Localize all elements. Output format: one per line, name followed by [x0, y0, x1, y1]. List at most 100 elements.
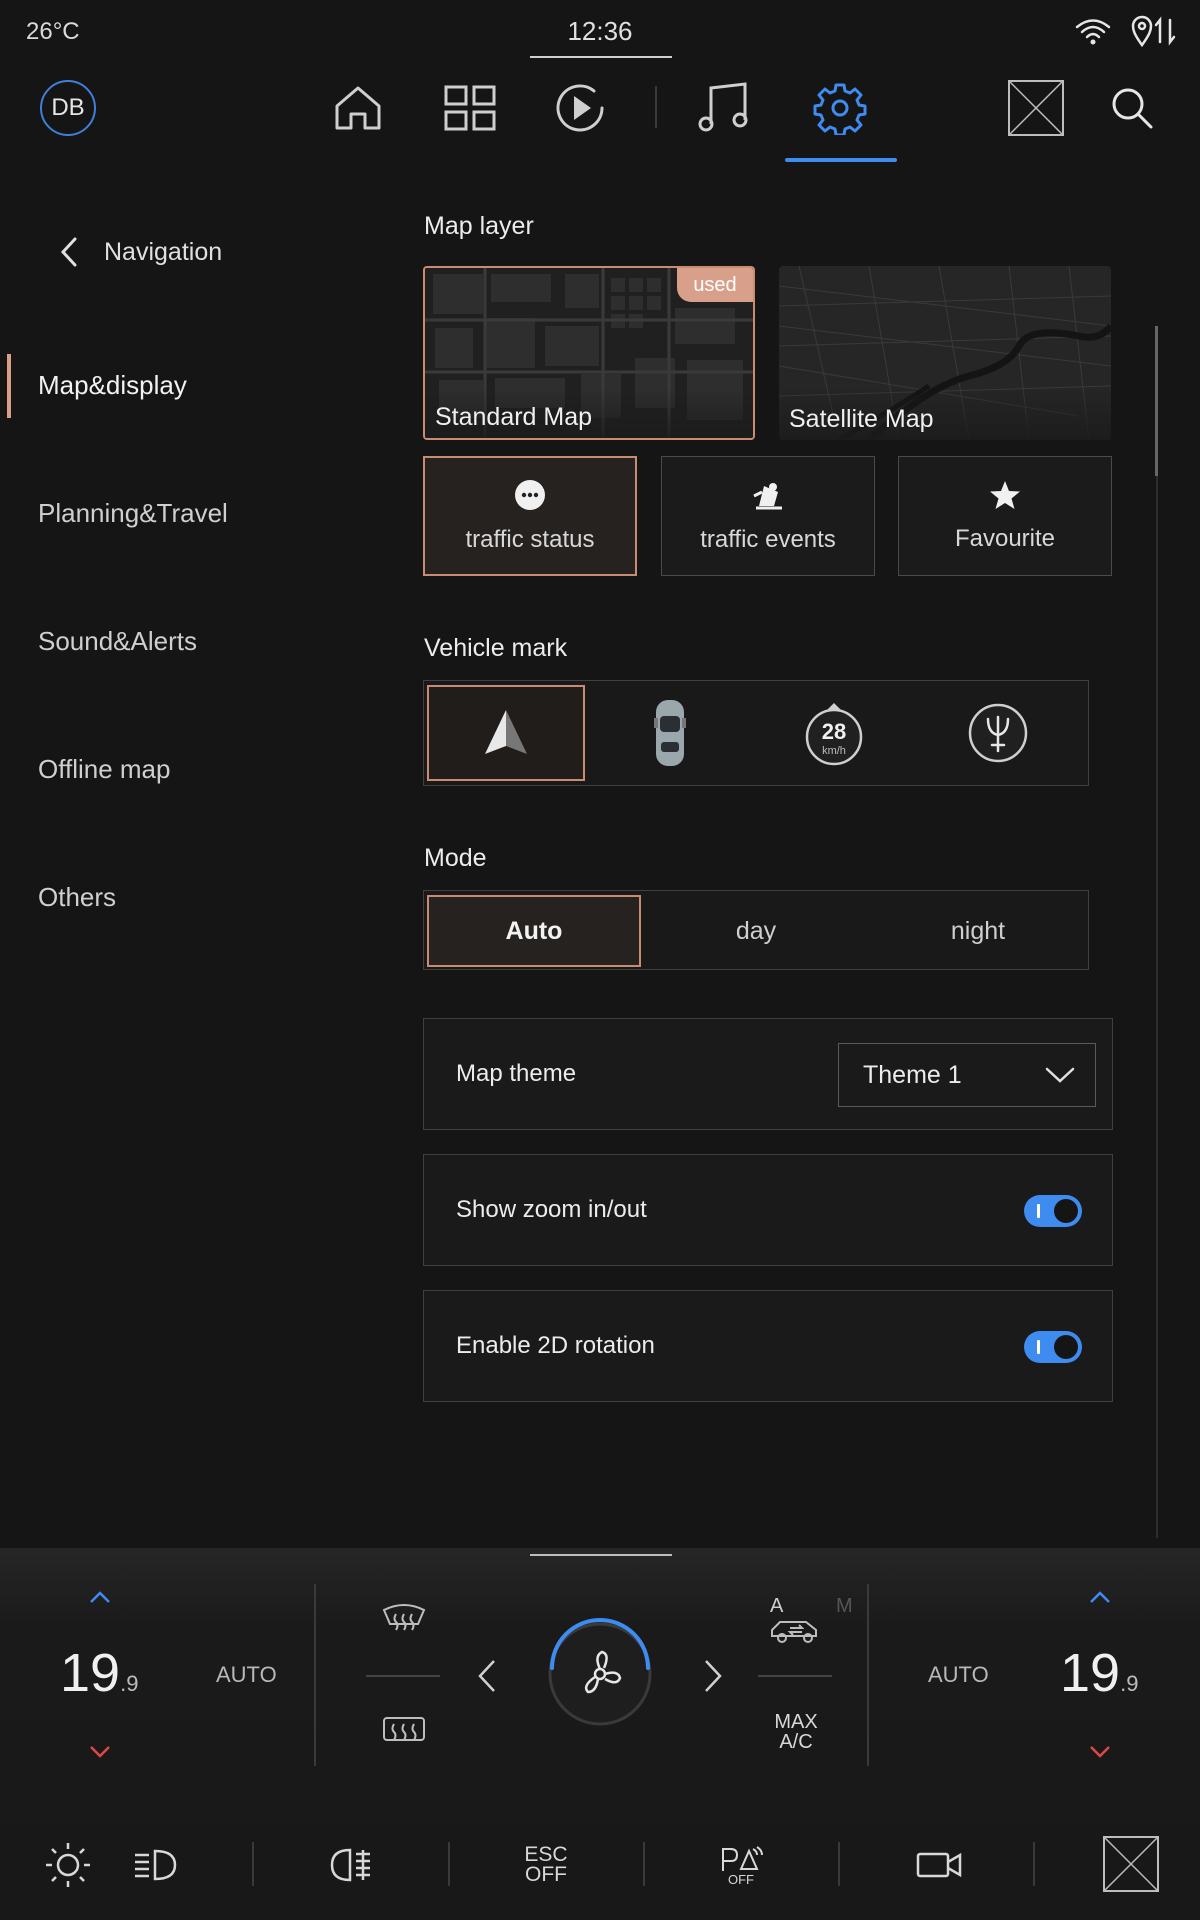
sun-icon: [46, 1843, 90, 1887]
gear-icon: [813, 83, 867, 135]
right-temp-up-icon[interactable]: [1088, 1590, 1112, 1604]
map-theme-dropdown[interactable]: Theme 1: [838, 1043, 1096, 1107]
placeholder-image-icon: [1009, 81, 1063, 135]
show-zoom-toggle[interactable]: [1024, 1195, 1082, 1227]
mode-night[interactable]: night: [871, 895, 1085, 967]
back-to-navigation[interactable]: Navigation: [60, 236, 222, 268]
location-data-icon: [1131, 15, 1176, 48]
fog-light-icon: [330, 1848, 370, 1882]
bottom-divider-4: [838, 1842, 840, 1886]
camera-icon: [916, 1852, 962, 1878]
standard-map-label: Standard Map: [435, 403, 593, 431]
speed-value: 28: [821, 719, 847, 744]
right-temperature: 19.9: [1060, 1643, 1139, 1703]
sidebar-item-map-display[interactable]: Map&display: [38, 370, 187, 401]
speed-unit: km/h: [822, 745, 846, 757]
nav-separator: [655, 86, 657, 128]
traffic-events-label: traffic events: [700, 526, 836, 553]
show-zoom-row: Show zoom in/out: [423, 1154, 1113, 1266]
chevron-down-icon: [1045, 1067, 1075, 1083]
scrollbar-track[interactable]: [1156, 326, 1158, 1538]
vehicle-mark-trident[interactable]: [919, 685, 1077, 781]
climate-divider-left: [314, 1584, 316, 1766]
camera-button[interactable]: [914, 1840, 964, 1890]
left-temperature: 19.9: [60, 1643, 139, 1703]
front-defrost-icon[interactable]: [380, 1600, 428, 1636]
park-assist-off-button[interactable]: OFF: [714, 1840, 768, 1890]
music-button[interactable]: [694, 78, 754, 138]
park-sensor-icon: [722, 1845, 763, 1871]
vehicle-mark-arrow[interactable]: [427, 685, 585, 781]
traffic-status-button[interactable]: traffic status: [423, 456, 637, 576]
headlights-button[interactable]: [130, 1840, 180, 1890]
car-top-view-icon: [654, 700, 686, 766]
vehicle-mark-title: Vehicle mark: [424, 634, 568, 662]
music-note-icon: [698, 82, 748, 132]
play-icon: [556, 84, 604, 132]
traffic-events-button[interactable]: traffic events: [661, 456, 875, 576]
search-button[interactable]: [1102, 78, 1162, 138]
sidebar-item-others[interactable]: Others: [38, 882, 116, 913]
left-temp-up-icon[interactable]: [88, 1590, 112, 1604]
user-avatar[interactable]: DB: [40, 80, 96, 136]
max-ac-button[interactable]: MAX A/C: [766, 1712, 826, 1752]
active-item-stripes: [180, 323, 383, 446]
right-temp-down-icon[interactable]: [1088, 1745, 1112, 1759]
recirculation-auto-label: A: [770, 1595, 784, 1617]
vehicle-mark-car[interactable]: [591, 685, 749, 781]
sidebar-active-indicator: [7, 354, 11, 418]
settings-button[interactable]: [810, 78, 870, 138]
chevron-left-icon: [60, 237, 77, 267]
sidebar-item-sound-alerts[interactable]: Sound&Alerts: [38, 626, 197, 657]
left-temp-down-icon[interactable]: [88, 1745, 112, 1759]
fog-light-button[interactable]: [326, 1840, 378, 1890]
satellite-map-card[interactable]: Satellite Map: [779, 266, 1111, 440]
climate-hline-left: [366, 1675, 440, 1677]
star-icon: [990, 481, 1020, 509]
rear-defrost-icon[interactable]: [380, 1714, 428, 1750]
apps-button[interactable]: [440, 78, 500, 138]
fan-increase-icon[interactable]: [702, 1658, 724, 1694]
climate-panel-handle[interactable]: [530, 1554, 672, 1556]
climate-hline-right: [758, 1675, 832, 1677]
traffic-status-label: traffic status: [465, 526, 595, 553]
right-auto-button[interactable]: AUTO: [928, 1662, 989, 1688]
sidebar-item-offline-map[interactable]: Offline map: [38, 754, 170, 785]
status-divider: [530, 56, 672, 58]
climate-divider-right: [867, 1584, 869, 1766]
bottom-image-placeholder[interactable]: [1103, 1836, 1159, 1892]
favourite-label: Favourite: [954, 525, 1056, 552]
enable-2d-rotation-toggle[interactable]: [1024, 1331, 1082, 1363]
home-button[interactable]: [328, 78, 388, 138]
show-zoom-label: Show zoom in/out: [456, 1196, 647, 1223]
recirculation-car-icon[interactable]: [768, 1614, 824, 1644]
sidebar-item-planning-travel[interactable]: Planning&Travel: [38, 498, 228, 529]
navigation-arrow-icon: [485, 710, 527, 754]
left-auto-button[interactable]: AUTO: [216, 1662, 277, 1688]
apps-grid-icon: [444, 85, 496, 131]
standard-map-card[interactable]: used Standard Map: [423, 266, 755, 440]
satellite-map-label: Satellite Map: [789, 405, 934, 433]
trident-logo-icon: [968, 703, 1028, 763]
placeholder-image-icon: [1104, 1837, 1158, 1891]
fan-speed-dial[interactable]: [544, 1618, 656, 1730]
enable-2d-rotation-row: Enable 2D rotation: [423, 1290, 1113, 1402]
scrollbar-thumb[interactable]: [1155, 326, 1158, 476]
image-placeholder-button[interactable]: [1008, 80, 1064, 136]
mode-day[interactable]: day: [649, 895, 863, 967]
map-theme-label: Map theme: [456, 1060, 577, 1087]
map-layer-title: Map layer: [424, 212, 534, 240]
enable-2d-rotation-label: Enable 2D rotation: [456, 1332, 655, 1359]
bottom-divider-5: [1033, 1842, 1035, 1886]
favourite-button[interactable]: Favourite: [898, 456, 1112, 576]
mode-selector: Auto day night: [423, 890, 1089, 970]
brightness-button[interactable]: [42, 1840, 94, 1890]
vehicle-mark-speed[interactable]: 28 km/h: [755, 685, 913, 781]
mode-auto[interactable]: Auto: [427, 895, 641, 967]
outside-temperature: 26°C: [26, 18, 80, 45]
esc-off-button[interactable]: ESC OFF: [516, 1840, 576, 1890]
fan-decrease-icon[interactable]: [476, 1658, 498, 1694]
media-play-button[interactable]: [551, 78, 611, 138]
traffic-event-icon: [753, 483, 782, 510]
recirculation-manual-label: M: [836, 1595, 853, 1617]
